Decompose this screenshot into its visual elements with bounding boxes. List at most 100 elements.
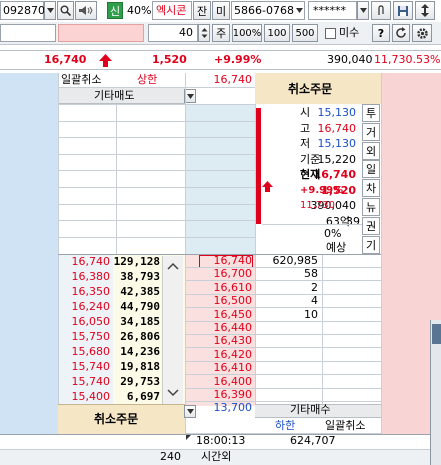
search-icon [60, 5, 71, 16]
side-tab[interactable]: 차 [362, 179, 380, 198]
settings-button[interactable] [412, 24, 432, 42]
tick-price: 15,740 [71, 360, 111, 373]
tick-price: 16,050 [71, 315, 111, 328]
order-type-field[interactable] [0, 24, 56, 42]
help-button[interactable]: ? [372, 24, 390, 42]
stock-name-field: 엑시콘 [152, 1, 192, 20]
account-dropdown[interactable] [294, 3, 304, 18]
qty-100-button[interactable]: 100 [264, 24, 290, 42]
info-label: 39 [346, 214, 360, 228]
trade-amount: 11,730.53% [374, 53, 441, 66]
expand-arrows-icon [421, 4, 429, 17]
info-label: 저 [300, 137, 311, 150]
info-panel-title: 취소주문 [288, 82, 333, 96]
stepper-icon [201, 28, 207, 38]
up-arrow-icon [99, 54, 112, 67]
other-buy-dropdown[interactable] [184, 405, 196, 418]
bid-qty: 10 [304, 307, 318, 321]
expected-label: 예상 [326, 241, 347, 254]
misu-checkbox[interactable] [325, 28, 336, 39]
quantity-stepper[interactable] [198, 24, 210, 42]
corner-marker-icon [186, 435, 191, 440]
trade-volume: 390,040 [327, 53, 373, 66]
quantity-input[interactable]: 40 [148, 24, 198, 42]
balance-label: 잔 [196, 4, 208, 18]
chevron-down-icon [46, 8, 54, 13]
info-label: 11,730 [300, 200, 335, 211]
scroll-down-icon[interactable] [167, 389, 179, 397]
side-tab[interactable]: 권 [362, 216, 380, 235]
stock-code: 092870 [3, 4, 45, 17]
search-button[interactable] [57, 1, 74, 20]
password-dropdown[interactable] [357, 1, 369, 20]
margin-ratio: 40% [127, 4, 152, 17]
ask-side-column [0, 73, 58, 434]
credit-toggle[interactable]: 신 [107, 2, 123, 19]
tick-price: 16,350 [71, 285, 111, 298]
tick-price: 16,240 [71, 300, 111, 313]
unit-label: 주 [215, 27, 227, 40]
divider [58, 236, 255, 238]
order-condition-field[interactable] [58, 24, 144, 42]
cancel-order-label: 취소주문 [94, 412, 139, 426]
tick-price: 15,400 [71, 390, 111, 403]
balance-button[interactable]: 잔 [193, 1, 211, 20]
quantity-value: 40 [179, 26, 193, 39]
side-tab[interactable]: 기 [362, 235, 380, 254]
divider [262, 224, 362, 225]
percent-100-button[interactable]: 100% [232, 24, 262, 42]
attach-button[interactable] [371, 1, 391, 20]
refresh-button[interactable] [392, 24, 410, 42]
up-arrow-icon [262, 181, 273, 192]
stock-code-input[interactable]: 092870 [0, 1, 45, 20]
tick-scrollbar[interactable] [162, 256, 183, 404]
timestamp: 18:00:13 [196, 434, 246, 447]
tick-volume: 34,185 [120, 315, 160, 328]
current-price: 16,740 [44, 53, 87, 66]
dropdown-button[interactable] [44, 1, 56, 20]
chevron-down-icon [186, 93, 194, 99]
side-tab[interactable]: 일 [362, 160, 380, 179]
tick-price: 16,740 [71, 255, 111, 268]
save-button[interactable] [393, 1, 413, 20]
tick-volume: 129,128 [113, 255, 160, 268]
qty-500-button[interactable]: 500 [292, 24, 318, 42]
divider [322, 254, 323, 418]
tick-price: 16,380 [71, 270, 111, 283]
misu-label: 미수 [339, 26, 360, 39]
tick-volume: 19,818 [120, 360, 160, 373]
tick-volume: 44,790 [120, 300, 160, 313]
info-label: +9.99% [300, 184, 344, 196]
sound-button[interactable] [75, 1, 97, 20]
info-label: 시 [300, 106, 311, 119]
cancel-all-buy[interactable]: 일괄취소 [325, 418, 365, 434]
expand-button[interactable] [415, 1, 435, 20]
side-tab-label: 기 [365, 238, 377, 252]
side-tab-label: 외 [365, 144, 377, 158]
side-tab-label: 거 [365, 125, 377, 139]
chevron-down-icon [186, 409, 194, 414]
bid-price: 13,700 [213, 401, 253, 415]
divider [58, 170, 255, 172]
side-tab[interactable]: 투 [362, 104, 380, 122]
scroll-up-icon[interactable] [167, 262, 179, 270]
divider [58, 104, 255, 105]
divider [58, 120, 255, 122]
other-sell-label: 기타매도 [94, 89, 135, 102]
tick-volume: 38,793 [120, 270, 160, 283]
help-label: ? [377, 26, 385, 40]
unfilled-button[interactable]: 미 [212, 1, 230, 20]
upper-limit-price: 16,740 [213, 73, 253, 86]
unit-button[interactable]: 주 [212, 24, 230, 42]
cancel-all-sell[interactable]: 일괄취소 [61, 72, 101, 88]
side-tab[interactable]: 외 [362, 141, 380, 160]
divider [58, 187, 255, 188]
info-value: 15,130 [317, 106, 357, 119]
info-label: 고 [300, 121, 311, 135]
after-hours-qty: 240 [160, 450, 181, 463]
side-tab[interactable]: 뉴 [362, 198, 380, 216]
divider [58, 220, 255, 222]
tick-volume: 29,753 [120, 375, 160, 388]
password-input[interactable]: ****** [308, 1, 357, 20]
side-tab[interactable]: 거 [362, 122, 380, 141]
